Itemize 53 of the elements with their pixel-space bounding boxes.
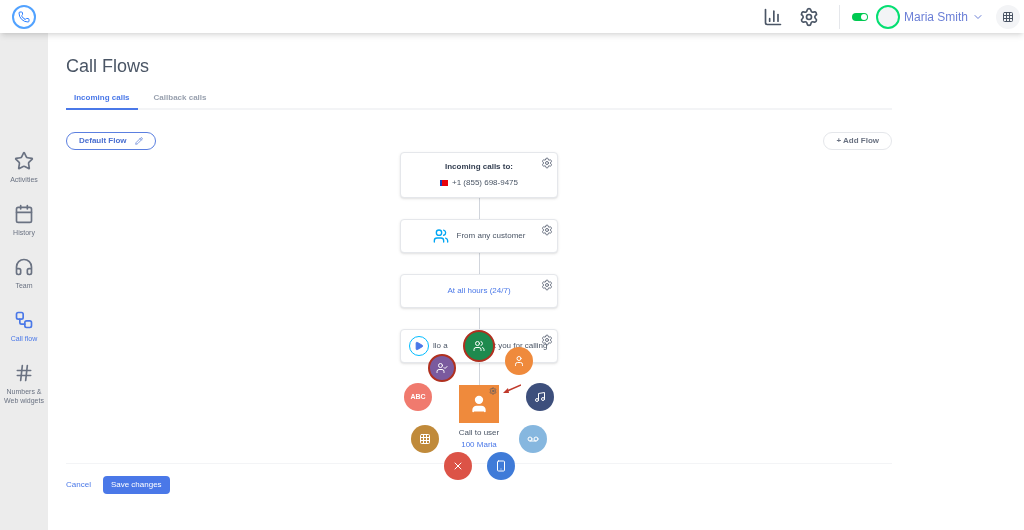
settings-icon[interactable] [541,157,553,169]
cancel-link[interactable]: Cancel [66,479,91,491]
numbers-icon [14,363,34,383]
activities-icon [14,151,34,171]
user-icon [513,355,525,367]
node-link[interactable]: At all hours (24/7) [447,285,511,297]
pencil-icon [134,137,143,145]
settings-icon[interactable] [541,279,553,291]
keypad-icon [419,433,431,445]
chart-icon[interactable] [763,6,783,27]
connector-line [478,308,480,329]
page-title: Call Flows [66,55,150,78]
transfer-icon [436,362,448,374]
user-name[interactable]: Maria Smith [904,7,968,26]
node-link[interactable]: 100 Maria [461,439,497,451]
connector-line [478,253,480,274]
transfer-action-button[interactable] [428,354,456,382]
flow-node[interactable]: From any customer [400,219,558,253]
arrow-icon [502,384,521,394]
logo-icon[interactable] [12,4,36,29]
save-button[interactable]: Save changes [102,476,170,494]
settings-icon[interactable] [541,224,553,236]
greeting-text: llo a [433,340,448,352]
group-icon [473,340,485,352]
voicemail-icon [527,433,539,445]
team-icon [14,257,34,277]
user-node[interactable] [459,385,499,423]
flow-node[interactable]: At all hours (24/7) [400,274,558,308]
hangup-icon [452,460,464,472]
people-icon [432,228,449,244]
music-icon [534,391,546,403]
tab[interactable]: Callback calls [145,92,215,110]
history-icon [14,204,34,224]
mobile-icon [495,460,507,472]
music-action-button[interactable] [526,383,554,411]
settings-icon[interactable] [799,6,819,27]
callflow-icon [14,310,34,330]
status-toggle[interactable] [852,12,868,21]
connector-line [478,363,480,385]
dialpad-icon[interactable] [996,4,1020,29]
flow-node[interactable]: Incoming calls to: +1 (855) 698-9475 [400,152,558,198]
node-label: Call to user [458,427,500,439]
connector-line [478,198,480,219]
keypad-action-button[interactable] [411,425,439,453]
voicemail-action-button[interactable] [519,425,547,453]
phone-number: +1 (855) 698-9475 [451,177,519,189]
tab[interactable]: Incoming calls [66,92,138,110]
node-title: Incoming calls to: [445,161,513,173]
node-text: From any customer [456,230,526,242]
hangup-action-button[interactable] [444,452,472,480]
mobile-action-button[interactable] [487,452,515,480]
flag-icon [439,180,448,186]
person-icon [469,394,489,414]
